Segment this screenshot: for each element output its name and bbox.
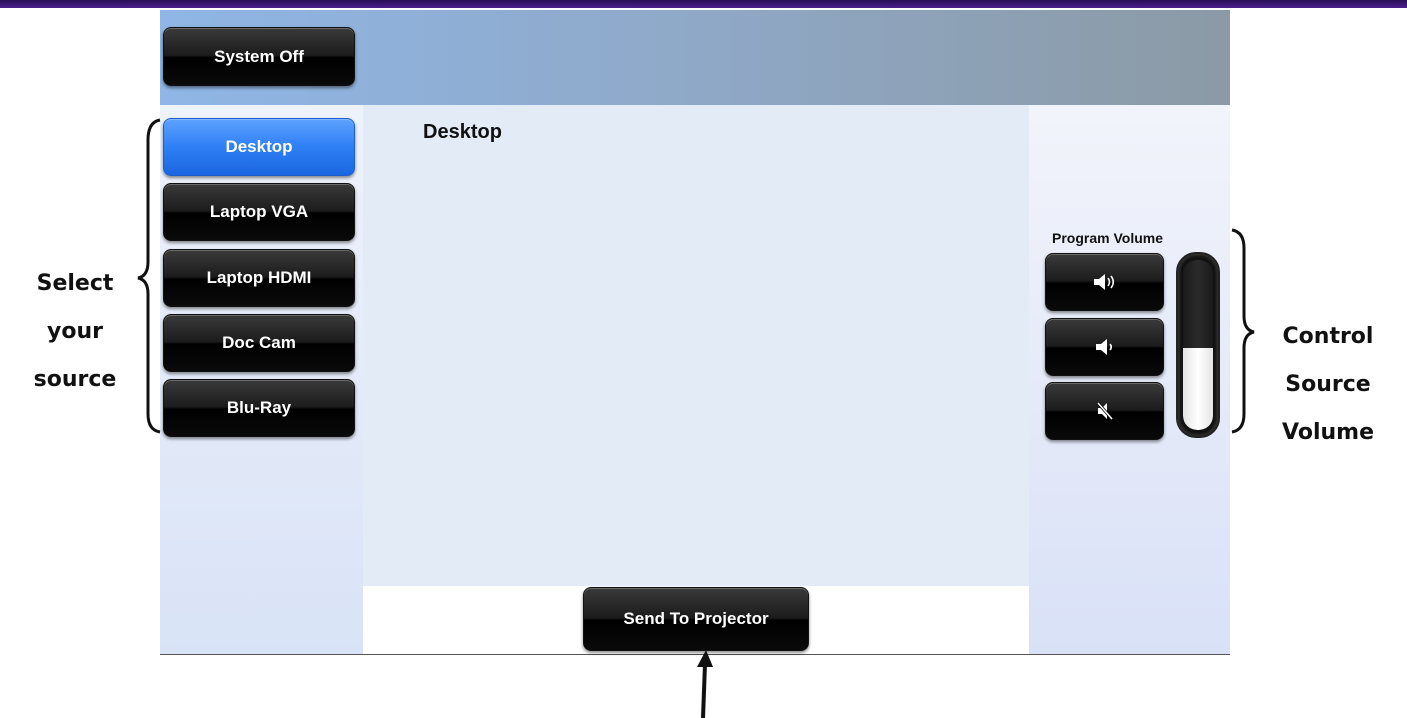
annotation-right-line: Control bbox=[1282, 324, 1374, 349]
projector-arrow-shaft bbox=[701, 663, 707, 718]
annotation-right: Control Source Volume bbox=[1258, 313, 1398, 457]
annotation-left-line: Select bbox=[36, 271, 114, 296]
left-brace bbox=[137, 118, 161, 434]
annotation-right-line: Volume bbox=[1282, 420, 1374, 445]
annotation-left-line: source bbox=[33, 367, 117, 392]
annotation-left-line: your bbox=[47, 319, 103, 344]
annotation-left: Select your source bbox=[20, 260, 130, 404]
projector-arrow-head bbox=[697, 650, 713, 667]
annotation-right-line: Source bbox=[1285, 372, 1371, 397]
right-brace bbox=[1231, 228, 1255, 434]
annotation-overlay bbox=[137, 118, 1255, 718]
